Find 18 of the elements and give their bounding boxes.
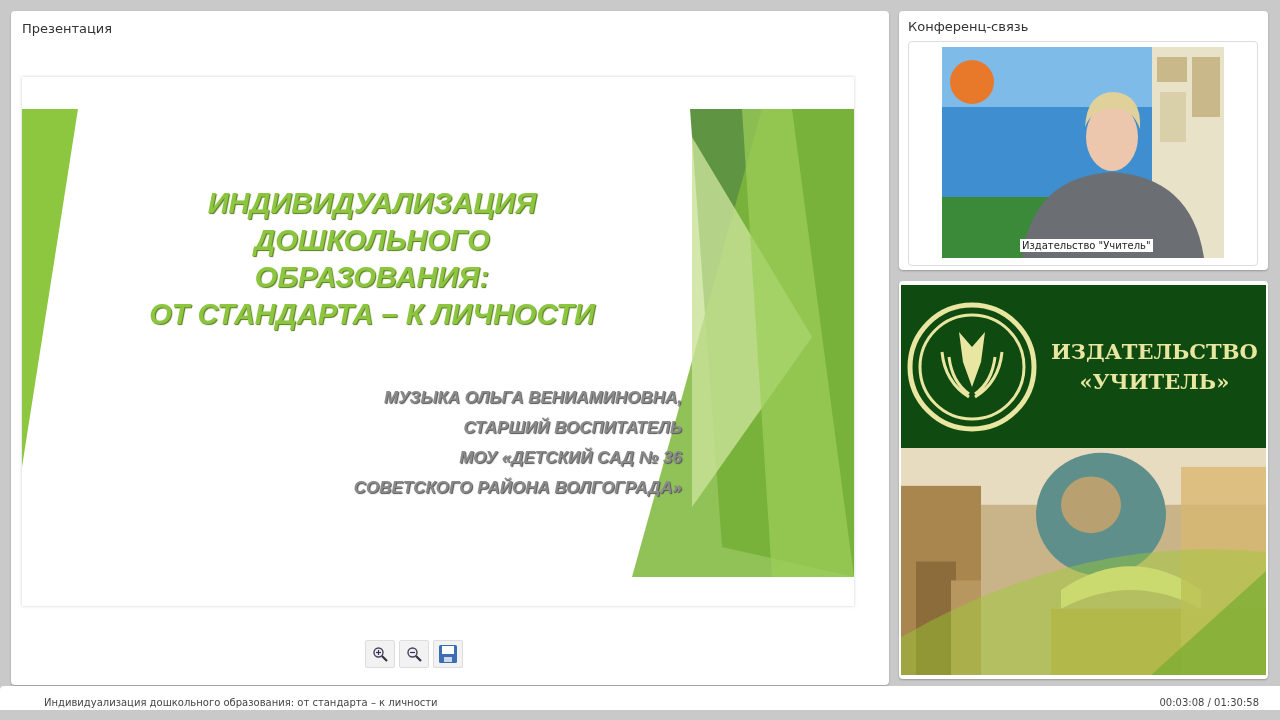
author-line: МУЗЫКА ОЛЬГА ВЕНИАМИНОВНА,: [383, 387, 682, 409]
playback-time: 00:03:08 / 01:30:58: [1159, 696, 1259, 710]
save-button[interactable]: [433, 640, 463, 668]
panel-title: Конференц-связь: [908, 19, 1030, 36]
video-caption: Издательство "Учитель": [1020, 239, 1153, 252]
slide-heading-line: ОБРАЗОВАНИЯ:: [253, 260, 491, 295]
publisher-name-line: ИЗДАТЕЛЬСТВО: [1051, 337, 1258, 366]
slide-heading-line: ИНДИВИДУАЛИЗАЦИЯ: [206, 186, 538, 221]
zoom-in-button[interactable]: [365, 640, 395, 668]
slide-heading-line: ДОШКОЛЬНОГО: [251, 223, 491, 258]
publisher-name-line: «УЧИТЕЛЬ»: [1079, 367, 1230, 396]
slide-heading-line: ОТ СТАНДАРТА – К ЛИЧНОСТИ: [148, 297, 597, 332]
presentation-title: Индивидуализация дошкольного образования: от стандарта – к личности: [44, 696, 438, 710]
publisher-logo-icon: [907, 301, 1037, 432]
panel-title: Презентация: [22, 21, 114, 38]
zoom-out-icon: [406, 646, 422, 662]
zoom-out-button[interactable]: [399, 640, 429, 668]
zoom-in-icon: [372, 646, 388, 662]
